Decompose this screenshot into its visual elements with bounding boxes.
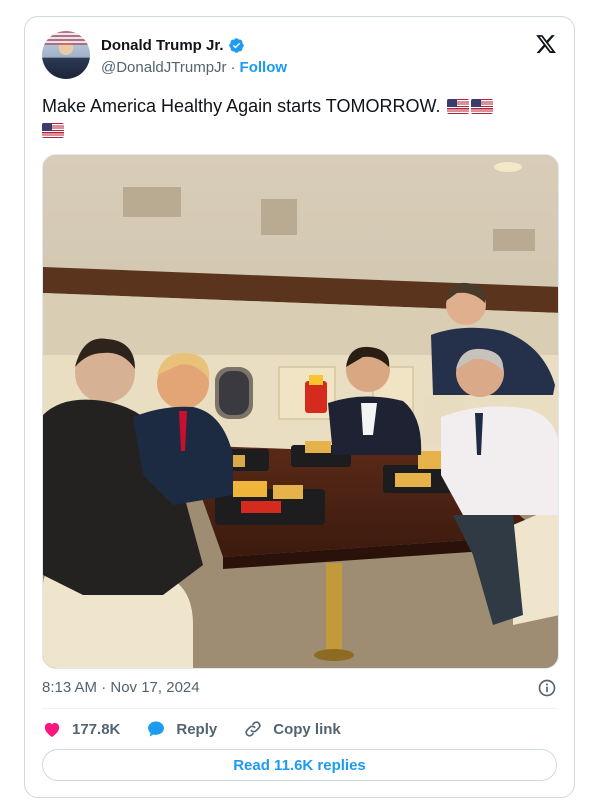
info-icon[interactable]	[537, 678, 557, 698]
copy-link-label: Copy link	[273, 720, 341, 738]
tweet-text: Make America Healthy Again starts TOMORR…	[42, 94, 552, 142]
author-avatar[interactable]	[42, 31, 90, 79]
reply-label: Reply	[176, 720, 218, 738]
us-flag-icon	[471, 99, 494, 114]
copy-link-button[interactable]: Copy link	[243, 719, 341, 739]
link-icon	[245, 721, 261, 737]
read-replies-button[interactable]: Read 11.6K replies	[42, 749, 557, 781]
x-logo-icon[interactable]	[535, 33, 557, 55]
reply-button[interactable]: Reply	[146, 719, 217, 739]
heart-icon	[44, 722, 60, 737]
like-count: 177.8K	[72, 720, 121, 738]
tweet-photo[interactable]	[42, 154, 559, 669]
separator-dot: ·	[230, 59, 236, 76]
follow-button[interactable]: Follow	[240, 59, 288, 76]
speech-bubble-icon	[148, 721, 165, 737]
like-button[interactable]: 177.8K	[42, 719, 120, 739]
author-name-row: Donald Trump Jr.	[101, 37, 245, 54]
tweet-timestamp[interactable]: 8:13 AM · Nov 17, 2024	[42, 679, 200, 696]
author-name[interactable]: Donald Trump Jr.	[101, 37, 224, 54]
us-flag-icon	[447, 99, 470, 114]
author-handle[interactable]: @DonaldJTrumpJr	[101, 59, 227, 76]
us-flag-icon	[42, 123, 64, 138]
tweet-photo-illustration	[43, 155, 558, 668]
action-bar: 177.8K Reply Copy link	[42, 718, 341, 740]
author-handle-row: @DonaldJTrumpJr · Follow	[101, 59, 287, 76]
tweet-body: Make America Healthy Again starts TOMORR…	[42, 96, 441, 116]
tweet-card: Donald Trump Jr. @DonaldJTrumpJr · Follo…	[24, 16, 575, 798]
divider	[42, 708, 557, 709]
verified-badge-icon	[228, 38, 244, 53]
